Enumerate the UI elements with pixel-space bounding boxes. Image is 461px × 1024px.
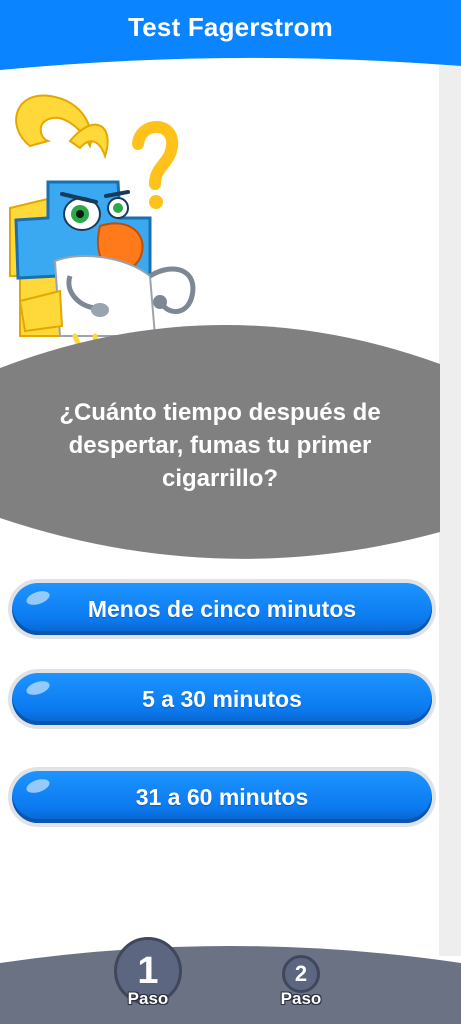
step-2-button[interactable]: 2 Paso [271,955,331,1019]
answer-button-2[interactable]: 5 a 30 minutos [8,669,436,729]
answer-label: 31 a 60 minutos [135,783,309,810]
answer-button-face[interactable]: Menos de cinco minutos [12,583,432,635]
step-1-label: Paso [127,989,169,1008]
page-title: Test Fagerstrom [128,12,333,42]
step-2-label: Paso [280,989,322,1008]
app-header: Test Fagerstrom [0,0,461,72]
step-navigation: 1 Paso 2 Paso [0,935,461,1024]
answer-button-3[interactable]: 31 a 60 minutos [8,767,436,827]
scrollbar[interactable] [439,66,461,956]
button-gloss-highlight [24,776,52,796]
answer-button-face[interactable]: 5 a 30 minutos [12,673,432,725]
answer-button-1[interactable]: Menos de cinco minutos [8,579,436,639]
question-text: ¿Cuánto tiempo después de despertar, fum… [59,399,381,492]
question-panel: ¿Cuánto tiempo después de despertar, fum… [0,320,440,565]
button-gloss-highlight [24,678,52,698]
button-gloss-highlight [24,588,52,608]
answer-label: 5 a 30 minutos [142,685,302,712]
step-1-button[interactable]: 1 Paso [110,937,186,1017]
answer-label: Menos de cinco minutos [87,595,357,622]
step-2-number: 2 [282,955,320,993]
footer-background [0,946,461,1024]
doctor-bird-mascot-icon [9,94,196,353]
answer-button-face[interactable]: 31 a 60 minutos [12,771,432,823]
